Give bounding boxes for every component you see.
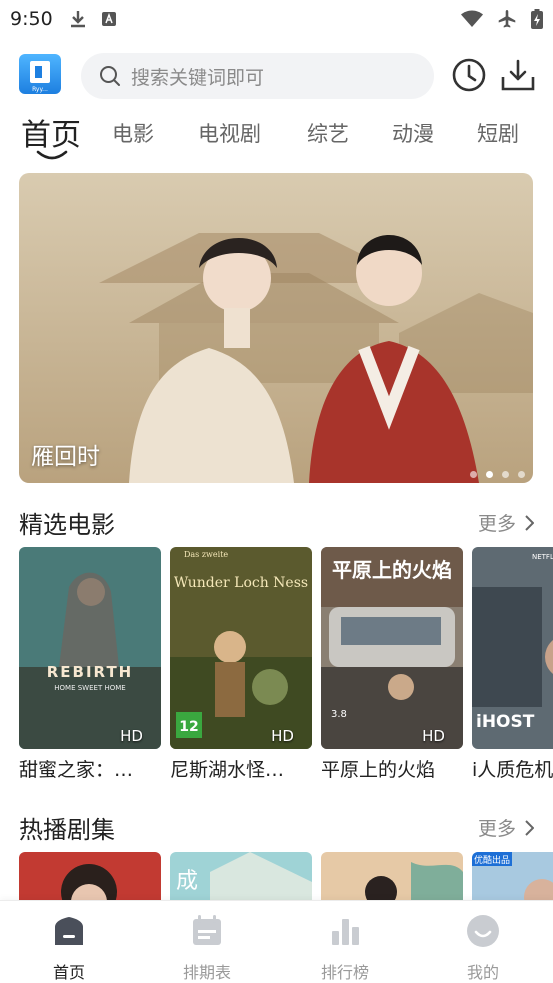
series-card[interactable] [19, 852, 161, 900]
chevron-right-icon [525, 514, 534, 531]
category-tabs: 首页 电影 电视剧 综艺 动漫 短剧 [0, 108, 553, 164]
more-label: 更多 [477, 818, 516, 840]
hd-badge: HD [271, 727, 294, 745]
movie-poster: NETFLIX iHOST HD [472, 547, 553, 749]
movie-poster: Das zweite Wunder Loch Ness 12 HD [170, 547, 312, 749]
download-icon[interactable] [499, 57, 537, 93]
status-bar: 9:50 [0, 0, 553, 38]
movie-title: 平原上的火焰 [321, 759, 436, 781]
movie-title: 甜蜜之家：… [19, 759, 134, 781]
featured-movies-row: REBIRTH HOME SWEET HOME HD 甜蜜之家：… Das zw… [19, 547, 553, 787]
app-logo[interactable]: Ryy... [19, 54, 61, 94]
airplane-mode-icon [498, 10, 516, 28]
movie-card[interactable]: 平原上的火焰 3.8 HD 平原上的火焰 [321, 547, 463, 782]
logo-text: Ryy... [32, 86, 48, 93]
app-notification-icon [101, 12, 116, 26]
series-card[interactable]: 优酷出品 [472, 852, 553, 900]
movie-title: i人质危机 [472, 759, 553, 781]
more-label: 更多 [477, 513, 516, 535]
profile-smile-icon [467, 915, 499, 947]
featured-banner[interactable]: 雁回时 [19, 173, 533, 483]
section-title: 精选电影 [19, 511, 115, 539]
nav-home[interactable]: 首页 [29, 913, 109, 983]
poster-subtitle: NETFLIX [532, 553, 553, 561]
nav-label: 我的 [466, 963, 499, 982]
featured-movies-header: 精选电影 更多 [19, 505, 534, 539]
tab-variety[interactable]: 综艺 [307, 118, 349, 148]
search-input[interactable]: 搜索关键词即可 [81, 53, 434, 99]
movie-card[interactable]: NETFLIX iHOST HD i人质危机 [472, 547, 553, 782]
banner-dot-active[interactable] [486, 471, 493, 478]
home-icon [55, 917, 83, 945]
movie-title: 尼斯湖水怪… [170, 759, 285, 781]
tab-movies[interactable]: 电影 [112, 118, 154, 148]
search-placeholder: 搜索关键词即可 [131, 66, 265, 89]
hot-series-header: 热播剧集 更多 [19, 810, 534, 844]
poster-title: Wunder Loch Ness [174, 575, 308, 591]
series-card[interactable] [321, 852, 463, 900]
poster-title: 平原上的火焰 [332, 558, 452, 582]
download-status-icon [70, 11, 85, 28]
status-time: 9:50 [10, 8, 53, 30]
nav-label: 排行榜 [320, 963, 369, 982]
app-header: Ryy... 搜索关键词即可 [0, 50, 553, 102]
series-poster-text: 成 [176, 869, 198, 894]
poster-subtitle: HOME SWEET HOME [54, 684, 125, 692]
banner-dot[interactable] [470, 471, 477, 478]
nav-schedule[interactable]: 排期表 [167, 913, 247, 983]
more-link[interactable]: 更多 [478, 509, 534, 536]
bottom-navigation: 首页 排期表 排行榜 我的 [0, 900, 553, 983]
section-title: 热播剧集 [19, 816, 115, 844]
poster-title: iHOST [476, 712, 535, 732]
calendar-icon [193, 915, 221, 945]
banner-title: 雁回时 [31, 444, 100, 470]
movie-poster: 平原上的火焰 3.8 HD [321, 547, 463, 749]
banner-dot[interactable] [518, 471, 525, 478]
wifi-icon [461, 10, 483, 27]
movie-card[interactable]: Das zweite Wunder Loch Ness 12 HD 尼斯湖水怪… [170, 547, 312, 782]
poster-subtitle: 3.8 [331, 709, 347, 720]
bar-chart-icon [332, 919, 359, 945]
series-card[interactable]: 成 [170, 852, 312, 900]
active-tab-indicator [36, 150, 68, 160]
movie-poster: REBIRTH HOME SWEET HOME HD [19, 547, 161, 749]
history-clock-icon[interactable] [451, 57, 487, 93]
hot-series-row: 成 优酷出品 [19, 852, 553, 900]
hd-badge: HD [120, 727, 143, 745]
search-icon [100, 66, 120, 86]
battery-charging-icon [531, 9, 543, 29]
movie-card[interactable]: REBIRTH HOME SWEET HOME HD 甜蜜之家：… [19, 547, 161, 782]
poster-title: REBIRTH [47, 663, 133, 681]
more-link[interactable]: 更多 [478, 814, 534, 841]
tab-home[interactable]: 首页 [21, 110, 81, 154]
tab-tv-series[interactable]: 电视剧 [198, 118, 261, 148]
tab-anime[interactable]: 动漫 [392, 118, 434, 148]
svg-text:12: 12 [179, 719, 198, 735]
banner-pagination [470, 471, 525, 478]
poster-subtitle: Das zweite [184, 550, 228, 559]
series-poster-text: 优酷出品 [474, 854, 510, 866]
banner-dot[interactable] [502, 471, 509, 478]
tab-short-drama[interactable]: 短剧 [477, 118, 519, 148]
hd-badge: HD [422, 727, 445, 745]
nav-label: 首页 [52, 963, 85, 982]
nav-label: 排期表 [182, 963, 231, 982]
chevron-right-icon [525, 819, 534, 836]
nav-rankings[interactable]: 排行榜 [305, 913, 385, 983]
nav-profile[interactable]: 我的 [443, 913, 523, 983]
